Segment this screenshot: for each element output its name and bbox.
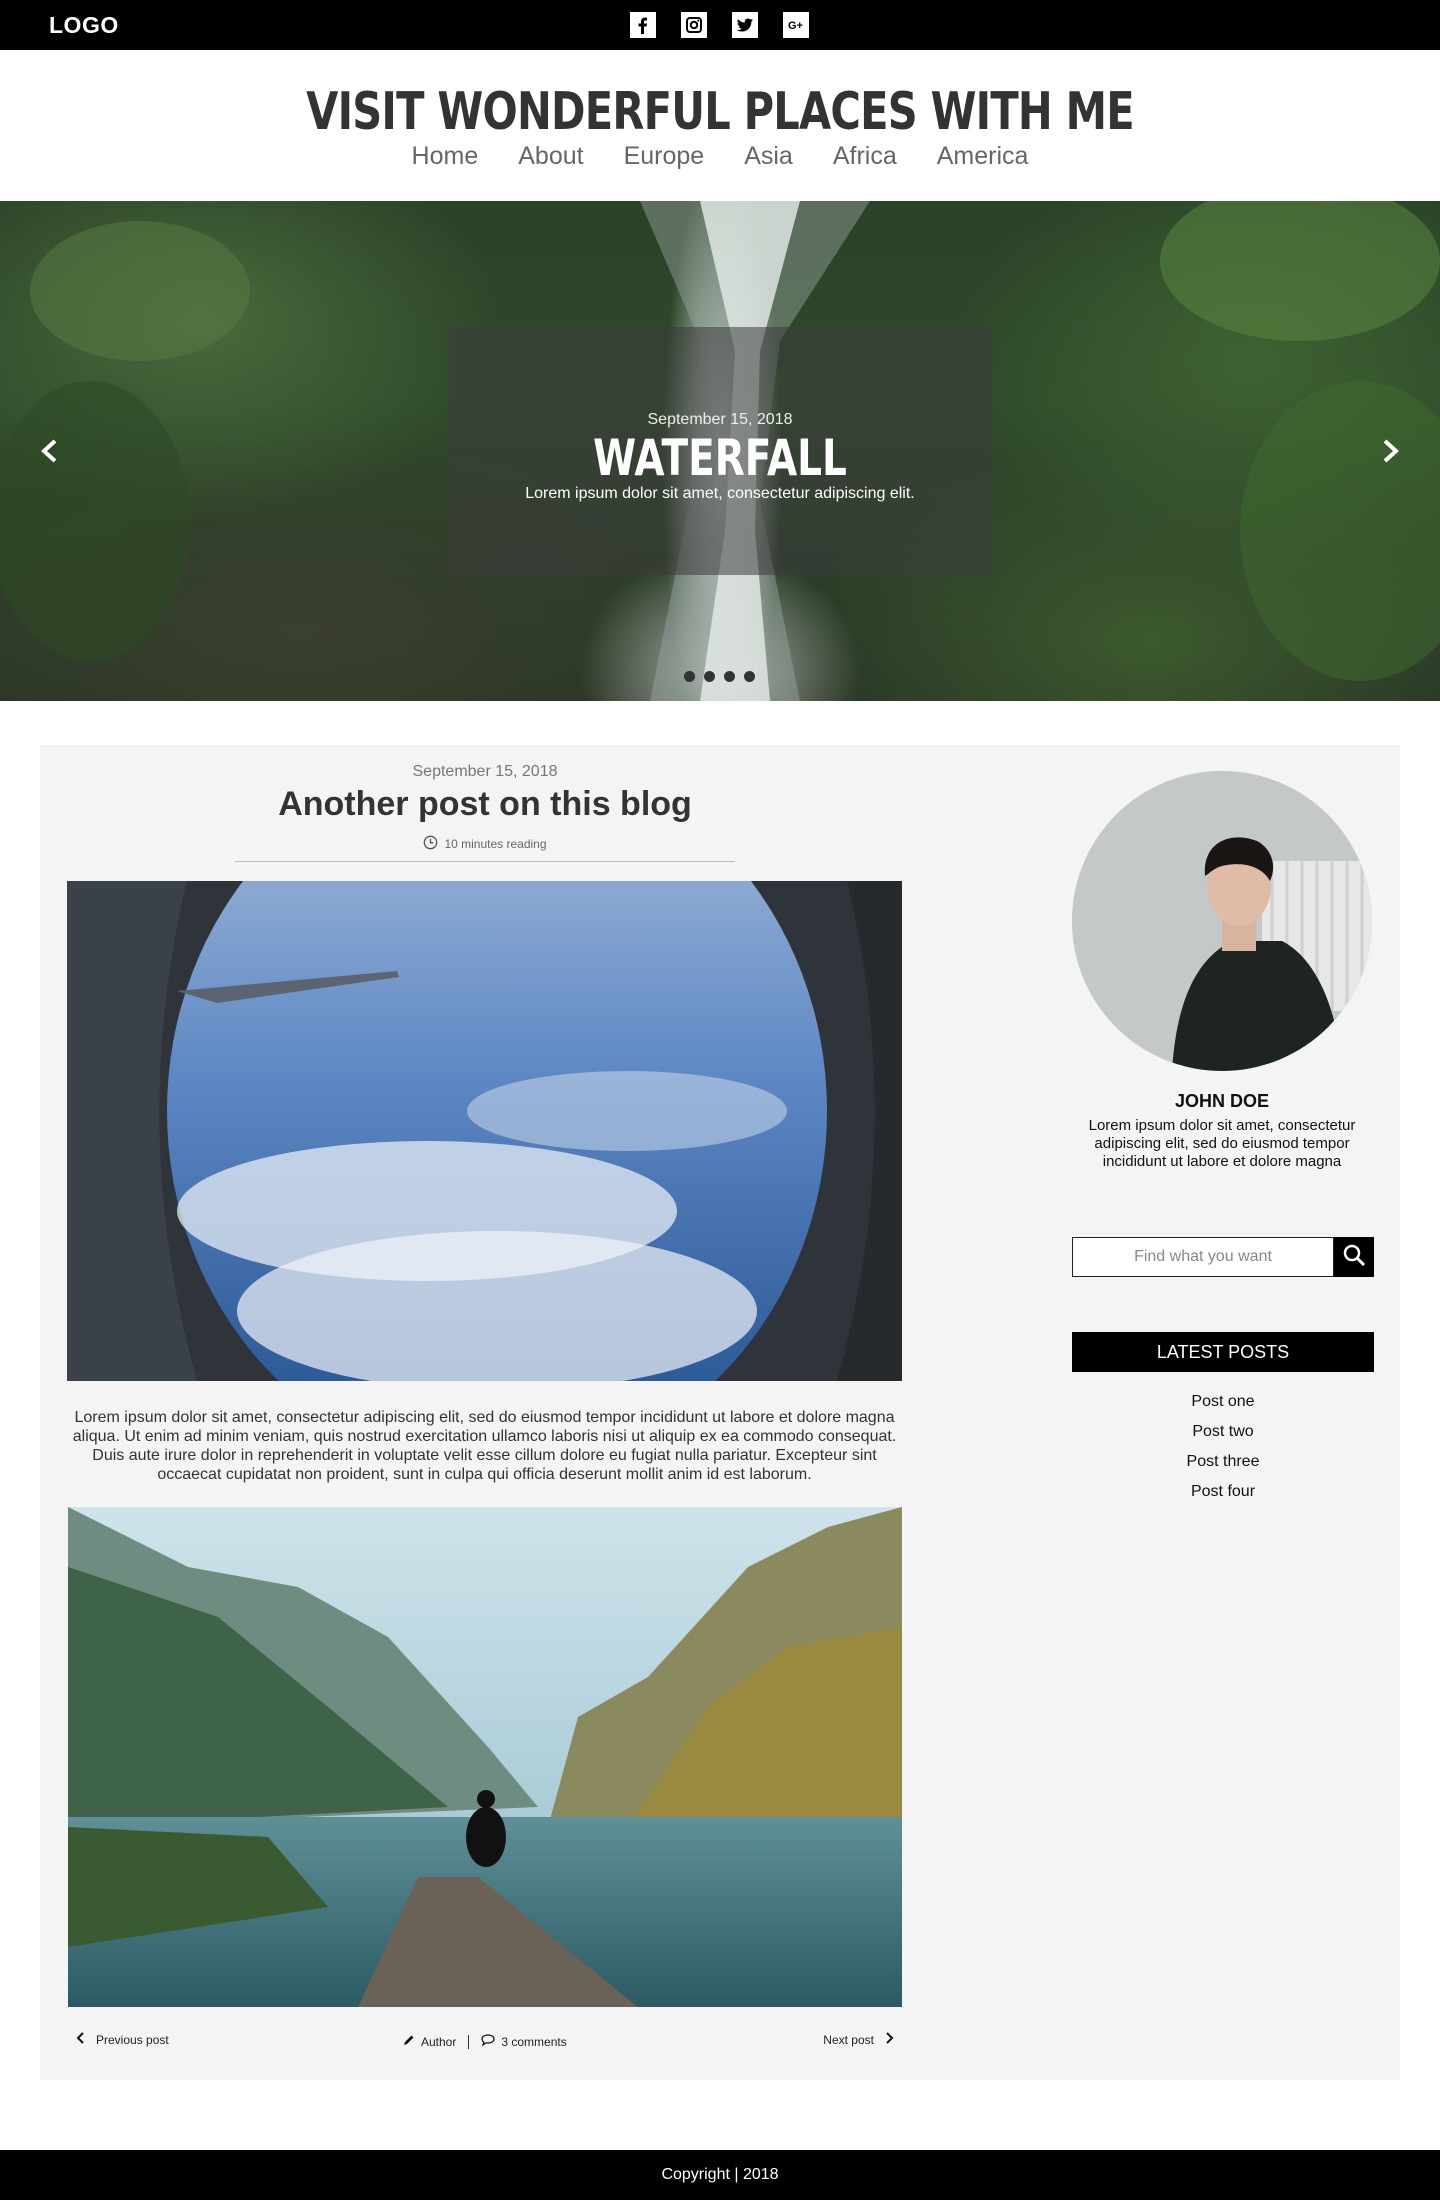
nav-item-europe[interactable]: Europe	[624, 142, 705, 171]
slider-dot[interactable]	[684, 671, 695, 682]
twitter-icon[interactable]	[732, 12, 758, 38]
nav-item-america[interactable]: America	[937, 142, 1029, 171]
post-meta: Author 3 comments	[403, 2034, 567, 2049]
footer: Copyright | 2018	[0, 2150, 1440, 2200]
search-input[interactable]	[1072, 1237, 1334, 1277]
comment-icon	[481, 2034, 495, 2049]
chevron-right-icon[interactable]	[1375, 436, 1405, 466]
latest-posts-heading: LATEST POSTS	[1072, 1332, 1374, 1372]
post-title[interactable]: Another post on this blog	[40, 785, 930, 824]
divider	[235, 861, 735, 862]
google-plus-icon[interactable]: G+	[783, 12, 809, 38]
svg-text:G+: G+	[788, 20, 803, 32]
hero-slider: September 15, 2018 WATERFALL Lorem ipsum…	[0, 201, 1440, 701]
previous-post-label: Previous post	[96, 2032, 169, 2047]
latest-post-link[interactable]: Post three	[1072, 1447, 1374, 1477]
nav-item-africa[interactable]: Africa	[833, 142, 897, 171]
reading-time: 10 minutes reading	[40, 835, 930, 853]
post-date: September 15, 2018	[412, 763, 558, 780]
latest-post-link[interactable]: Post one	[1072, 1387, 1374, 1417]
previous-post-link[interactable]: Previous post	[76, 2032, 169, 2047]
top-bar: LOGO G+	[0, 0, 1440, 50]
latest-post-link[interactable]: Post four	[1072, 1477, 1374, 1507]
facebook-icon[interactable]	[630, 12, 656, 38]
hero-date: September 15, 2018	[647, 411, 793, 428]
search-button[interactable]	[1334, 1237, 1374, 1277]
main-nav: Home About Europe Asia Africa America	[0, 142, 1440, 171]
comments-link[interactable]: 3 comments	[501, 2035, 566, 2049]
airplane-window-image	[67, 881, 902, 1381]
chevron-right-icon	[884, 2032, 894, 2047]
search-box	[1072, 1237, 1374, 1277]
post-footer: Previous post Author 3 comments Next pos…	[68, 2032, 902, 2052]
slider-dot[interactable]	[744, 671, 755, 682]
author-bio: Lorem ipsum dolor sit amet, consectetur …	[1088, 1117, 1356, 1170]
search-icon	[1342, 1243, 1366, 1272]
hero-title: WATERFALL	[593, 429, 847, 487]
slider-dot[interactable]	[724, 671, 735, 682]
post-body: Lorem ipsum dolor sit amet, consectetur …	[72, 1409, 897, 1483]
nav-item-home[interactable]: Home	[412, 142, 479, 171]
reading-time-label: 10 minutes reading	[444, 837, 547, 851]
chevron-left-icon[interactable]	[35, 436, 65, 466]
chevron-left-icon	[76, 2032, 86, 2047]
slider-dots	[684, 671, 755, 682]
hero-caption: September 15, 2018 WATERFALL Lorem ipsum…	[448, 327, 992, 575]
clock-icon	[423, 835, 438, 853]
latest-post-link[interactable]: Post two	[1072, 1417, 1374, 1447]
next-post-link[interactable]: Next post	[823, 2032, 894, 2047]
copyright: Copyright | 2018	[661, 2166, 779, 2183]
hero-text: Lorem ipsum dolor sit amet, consectetur …	[525, 485, 915, 502]
slider-dot[interactable]	[704, 671, 715, 682]
author-name: JOHN DOE	[1174, 1091, 1270, 1111]
social-links: G+	[630, 12, 809, 38]
nav-item-asia[interactable]: Asia	[744, 142, 793, 171]
main-content: September 15, 2018 Another post on this …	[40, 745, 1400, 2080]
nav-item-about[interactable]: About	[518, 142, 583, 171]
pencil-icon	[403, 2034, 415, 2049]
divider	[468, 2034, 470, 2049]
author-link[interactable]: Author	[421, 2035, 456, 2049]
mountain-lake-image	[68, 1507, 902, 2007]
avatar	[1072, 771, 1372, 1071]
logo[interactable]: LOGO	[49, 12, 119, 39]
next-post-label: Next post	[823, 2032, 874, 2047]
latest-posts-list: Post one Post two Post three Post four	[1072, 1387, 1374, 1507]
instagram-icon[interactable]	[681, 12, 707, 38]
site-title: VISIT WONDERFUL PLACES WITH ME	[306, 82, 1134, 142]
